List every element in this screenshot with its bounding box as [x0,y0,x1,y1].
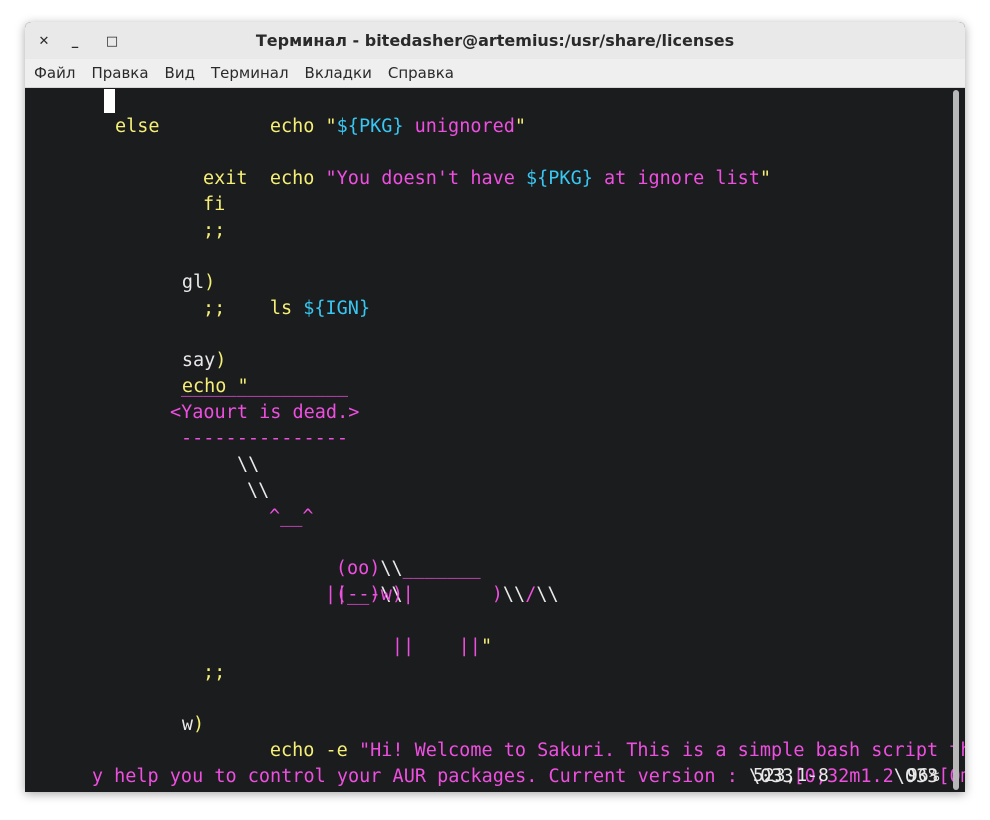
code-line: ^__^ [269,506,314,527]
menu-view[interactable]: Вид [157,64,203,82]
code-token: echo [269,168,326,189]
code-line: else [115,116,160,137]
code-line: \\ [237,454,260,475]
menu-edit[interactable]: Правка [83,64,156,82]
code-line: <Yaourt is dead.> [170,402,360,423]
code-line: ||---w) [325,584,403,605]
menu-terminal[interactable]: Терминал [203,64,297,82]
code-line: ;; [203,662,226,683]
code-token: \\ [536,584,559,605]
code-line: say) [115,322,227,371]
code-token: at ignore list [592,168,760,189]
code-line: gl) [115,244,215,293]
code-line: fi [203,194,226,215]
code-token: ${IGN} [303,298,371,319]
scrollbar[interactable] [953,90,959,790]
code-line: \\ [247,480,270,501]
code-token: \\ [502,584,526,605]
code-line: (__)\\| )\\/\\ [269,556,559,605]
code-line: ;; [203,298,226,319]
title-bar[interactable]: ✕ _ □ Терминал - bitedasher@artemius:/us… [25,22,965,59]
code-line: w) [115,686,204,735]
menu-help[interactable]: Справка [380,64,462,82]
code-line: --------------- [181,428,349,449]
menu-bar: Файл Правка Вид Терминал Вкладки Справка [25,59,965,88]
code-token: y help you to control your AUR packages.… [91,766,749,787]
code-line: (oo)\\_______ [269,530,481,579]
code-token: ${PKG} [526,168,593,189]
code-token: " [480,636,493,657]
code-token: gl [181,272,205,293]
text-cursor [104,89,115,113]
code-line: ls ${IGN} [203,270,370,319]
menu-tabs[interactable]: Вкладки [297,64,380,82]
code-token: / [525,584,537,605]
terminal-window: ✕ _ □ Терминал - bitedasher@artemius:/us… [25,22,965,792]
code-line: y help you to control your AUR packages.… [25,738,965,787]
code-token: [0m [938,766,965,787]
scroll-percent: 96% [907,765,940,786]
code-line: echo " [115,348,249,397]
terminal-content[interactable]: echo "${PKG} unignored" else echo "You d… [25,88,965,792]
code-token: w [181,714,193,735]
code-token: " [325,116,337,137]
window-title: Терминал - bitedasher@artemius:/usr/shar… [255,31,735,50]
code-line: _______________ [181,376,349,397]
cursor-position: 523,1-8 [753,765,829,786]
code-line: ;; [203,220,226,241]
code-token: | ) [402,584,503,605]
code-token: || || [391,636,481,657]
code-token: ls [269,298,304,319]
code-line: echo -e "Hi! Welcome to Sakuri. This is … [203,712,965,761]
code-token: " [514,116,527,137]
code-line: || ||" [325,608,492,657]
code-line: echo "You doesn't have ${PKG} at ignore … [203,140,771,189]
code-token: "You doesn't have [325,168,527,189]
code-line: exit [203,168,248,189]
scrollbar-thumb[interactable] [953,90,959,790]
menu-file[interactable]: Файл [25,64,83,82]
code-token: echo [269,116,326,137]
code-token: " [759,168,772,189]
code-line: echo "${PKG} unignored" [203,88,526,137]
code-token: unignored [403,116,515,137]
code-token: ${PKG} [336,116,404,137]
